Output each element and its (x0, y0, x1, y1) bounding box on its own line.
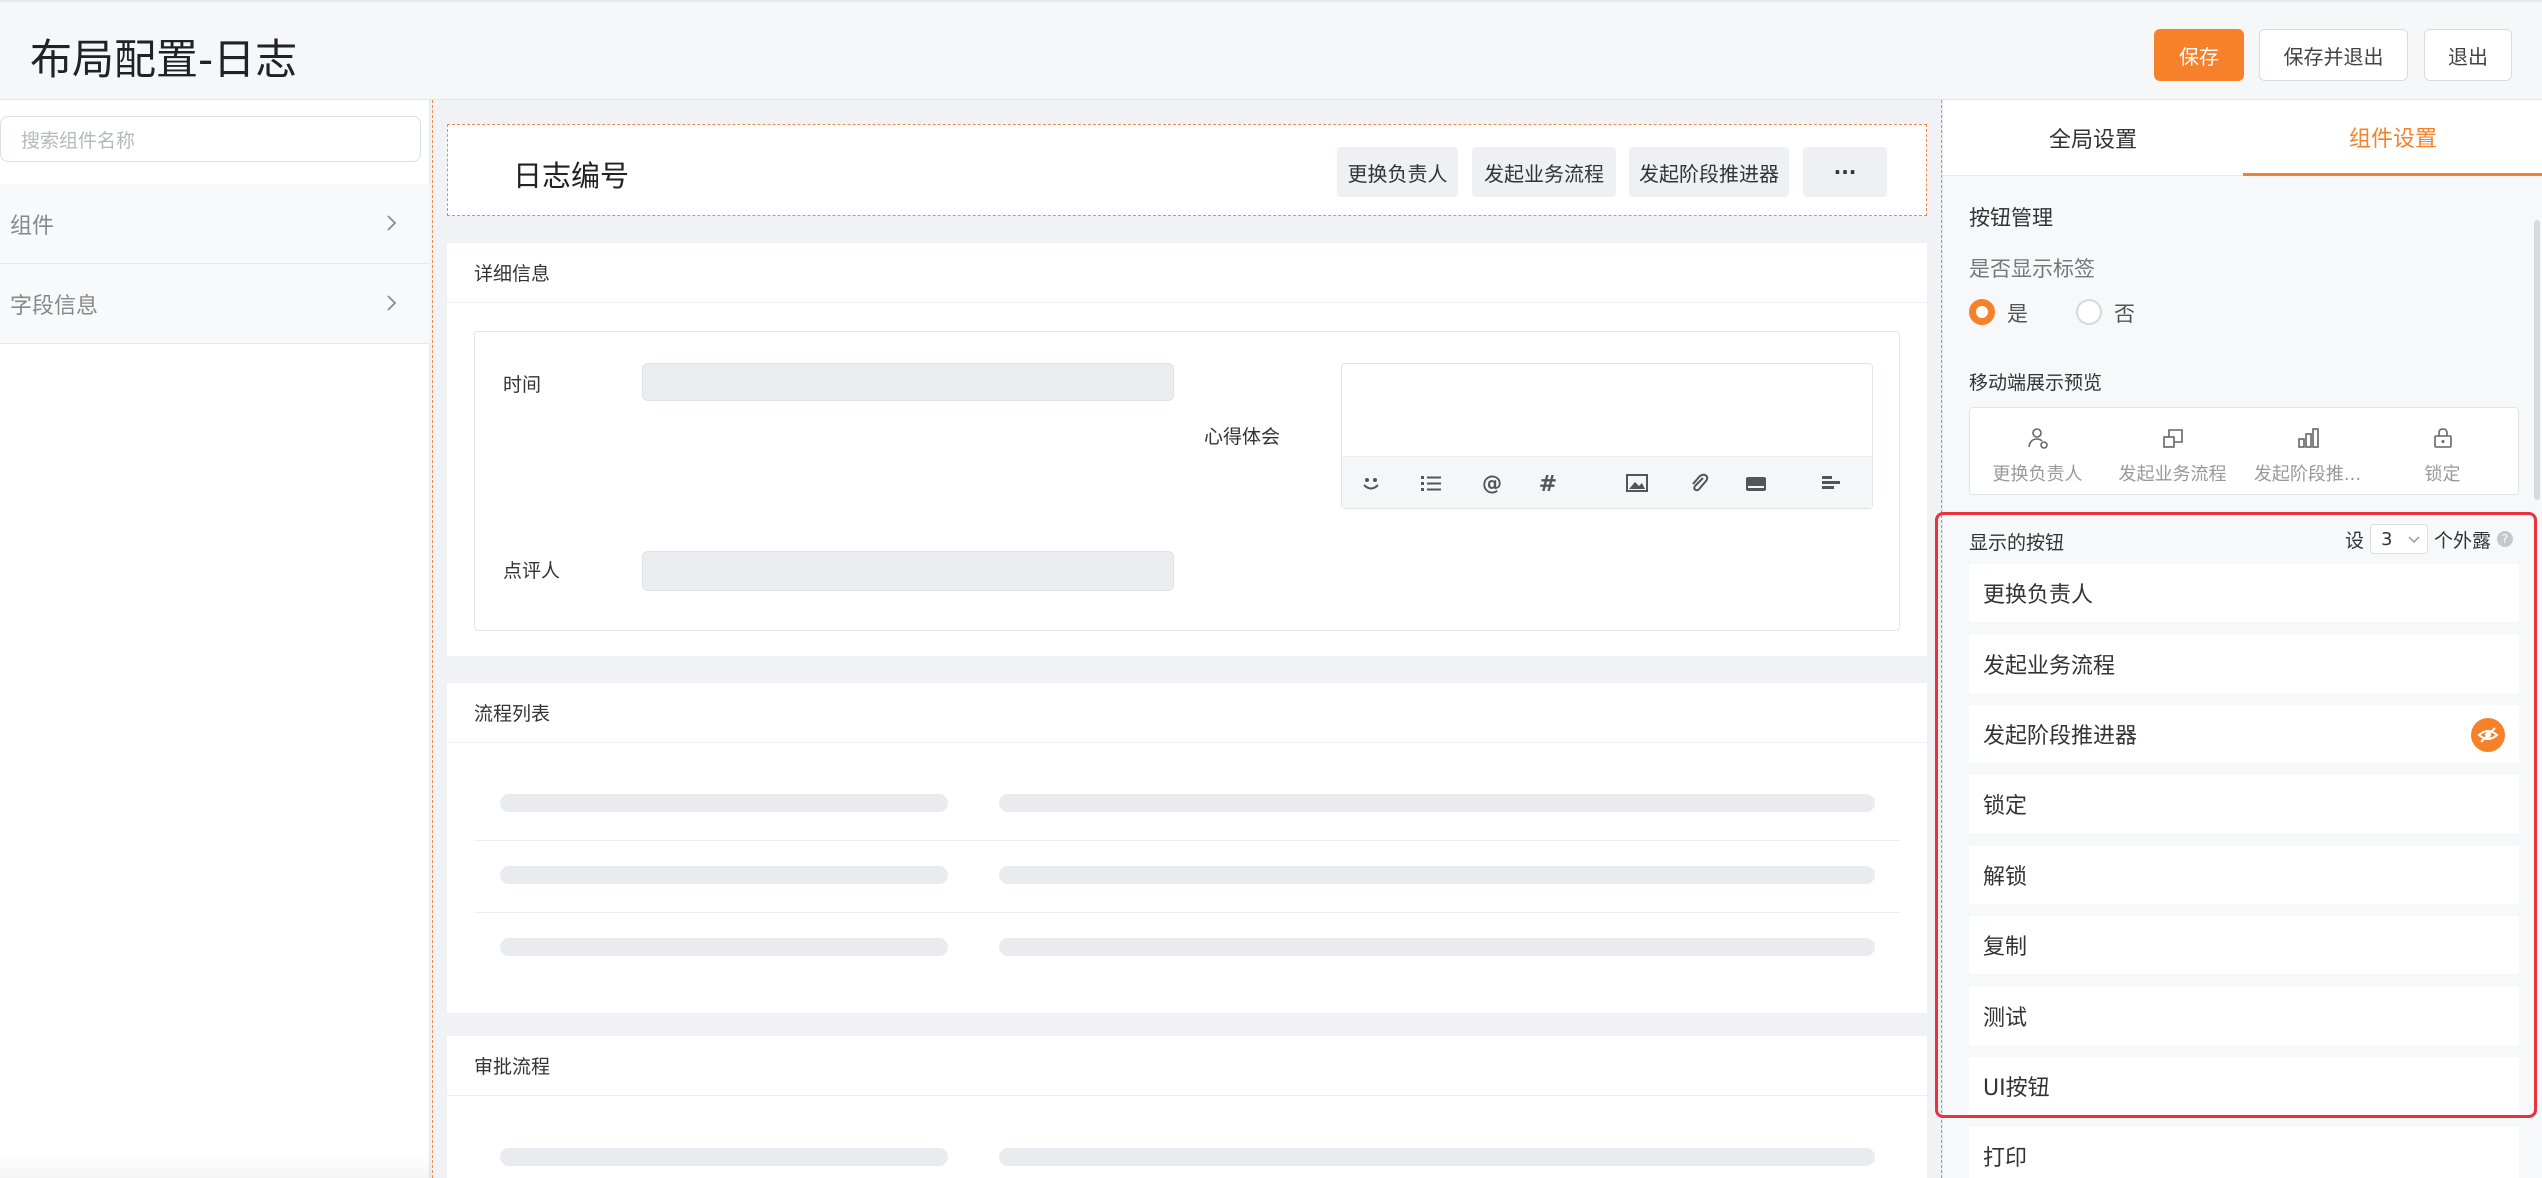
skeleton-bar (999, 794, 1875, 812)
layout-canvas: 日志编号 更换负责人 发起业务流程 发起阶段推进器 ··· 详细信息 时间 心得… (432, 100, 1942, 1178)
skeleton-bar (999, 866, 1875, 884)
mobile-preview-title: 移动端展示预览 (1969, 372, 2103, 394)
insight-label: 心得体会 (1204, 426, 1281, 448)
row-divider (474, 840, 1900, 841)
button-list-item[interactable]: UI按钮 (1969, 1057, 2519, 1115)
left-item-components[interactable]: 组件 (0, 184, 430, 264)
tab-global-settings[interactable]: 全局设置 (1943, 100, 2243, 176)
align-icon[interactable] (1818, 470, 1844, 496)
list-icon[interactable] (1418, 470, 1444, 496)
shown-buttons-title: 显示的按钮 (1969, 532, 2065, 554)
preview-item: 发起阶段推... (2240, 408, 2375, 496)
radio-show-label-no[interactable] (2076, 299, 2102, 325)
time-input[interactable] (642, 363, 1174, 401)
save-and-exit-button[interactable]: 保存并退出 (2259, 29, 2408, 81)
top-header: 布局配置-日志 保存 保存并退出 退出 (0, 0, 2542, 100)
skeleton-bar (500, 938, 948, 956)
section-title: 流程列表 (447, 683, 1927, 743)
save-button[interactable]: 保存 (2154, 29, 2244, 81)
start-business-flow-button[interactable]: 发起业务流程 (1472, 147, 1616, 197)
panel-scrollbar[interactable] (2534, 220, 2540, 500)
settings-tabs: 全局设置 组件设置 (1943, 100, 2542, 176)
row-divider (474, 912, 1900, 913)
reviewer-label: 点评人 (503, 560, 561, 582)
left-item-label: 组件 (10, 213, 55, 239)
editor-toolbar: @ # (1342, 456, 1872, 508)
visible-count-setting: 设 3 个外露 ? (2345, 524, 2514, 554)
exit-button[interactable]: 退出 (2424, 29, 2512, 81)
bottom-shadow (0, 1150, 432, 1178)
record-title-card[interactable]: 日志编号 更换负责人 发起业务流程 发起阶段推进器 ··· (447, 124, 1927, 216)
user-swap-icon (2028, 428, 2048, 449)
hidden-eye-toggle[interactable] (2471, 718, 2505, 752)
section-title: 审批流程 (447, 1036, 1927, 1096)
hashtag-icon[interactable]: # (1535, 470, 1561, 496)
button-list-item[interactable]: 测试 (1969, 987, 2519, 1045)
mention-icon[interactable]: @ (1479, 470, 1505, 496)
left-item-fields[interactable]: 字段信息 (0, 264, 430, 344)
chevron-right-icon (387, 295, 397, 311)
radio-no-label: 否 (2114, 302, 2135, 326)
skeleton-bar (500, 1148, 948, 1166)
more-button[interactable]: ··· (1803, 147, 1887, 197)
preview-item: 锁定 (2375, 408, 2510, 496)
show-label-question: 是否显示标签 (1969, 257, 2095, 281)
skeleton-bar (999, 1148, 1875, 1166)
storage-icon[interactable] (1743, 470, 1769, 496)
eye-off-icon (2477, 727, 2499, 743)
button-list-item[interactable]: 锁定 (1969, 775, 2519, 833)
chevron-down-icon (2408, 536, 2420, 544)
svg-text:#: # (1539, 472, 1557, 496)
start-stage-advancer-button[interactable]: 发起阶段推进器 (1629, 147, 1789, 197)
record-title: 日志编号 (513, 159, 630, 193)
detail-form: 时间 心得体会 @ # 点评人 (474, 331, 1900, 631)
button-list-item[interactable]: 复制 (1969, 916, 2519, 974)
mobile-preview: 更换负责人 发起业务流程 发起阶段推... 锁定 (1969, 407, 2519, 495)
lock-icon (2434, 428, 2452, 448)
approval-flow-section[interactable]: 审批流程 (447, 1036, 1927, 1178)
insight-rich-editor[interactable]: @ # (1341, 363, 1873, 509)
button-management-title: 按钮管理 (1969, 206, 2053, 230)
visible-count-select[interactable]: 3 (2370, 524, 2429, 554)
emoji-icon[interactable] (1358, 470, 1384, 496)
radio-show-label-yes[interactable] (1969, 299, 1995, 325)
preview-item: 发起业务流程 (2105, 408, 2240, 496)
component-search-input[interactable]: 搜索组件名称 (0, 116, 421, 162)
process-list-section[interactable]: 流程列表 (447, 683, 1927, 1013)
section-title: 详细信息 (447, 243, 1927, 303)
page-title: 布局配置-日志 (30, 35, 298, 84)
component-panel: 搜索组件名称 组件 字段信息 (0, 100, 430, 1178)
skeleton-bar (500, 866, 948, 884)
stage-chart-icon (2298, 428, 2319, 448)
attachment-icon[interactable] (1686, 470, 1712, 496)
button-list-item[interactable]: 发起阶段推进器 (1969, 705, 2519, 763)
image-icon[interactable] (1624, 470, 1650, 496)
svg-text:@: @ (1482, 471, 1502, 495)
help-icon[interactable]: ? (2497, 531, 2514, 547)
chevron-right-icon (387, 215, 397, 231)
preview-item: 更换负责人 (1970, 408, 2105, 496)
skeleton-bar (500, 794, 948, 812)
tab-component-settings[interactable]: 组件设置 (2243, 100, 2542, 176)
button-list-item[interactable]: 发起业务流程 (1969, 635, 2519, 693)
button-list-item[interactable]: 更换负责人 (1969, 564, 2519, 622)
skeleton-bar (999, 938, 1875, 956)
button-list-item[interactable]: 解锁 (1969, 846, 2519, 904)
button-list-item[interactable]: 打印 (1969, 1127, 2519, 1178)
radio-yes-label: 是 (2007, 302, 2028, 326)
change-owner-button[interactable]: 更换负责人 (1337, 147, 1458, 197)
time-label: 时间 (503, 374, 542, 396)
flow-icon (2163, 429, 2183, 448)
left-item-label: 字段信息 (10, 293, 99, 319)
settings-panel: 全局设置 组件设置 按钮管理 是否显示标签 是 否 移动端展示预览 更换负责人 … (1935, 100, 2542, 1178)
reviewer-input[interactable] (642, 551, 1174, 591)
detail-section[interactable]: 详细信息 时间 心得体会 @ # 点评人 (447, 243, 1927, 656)
